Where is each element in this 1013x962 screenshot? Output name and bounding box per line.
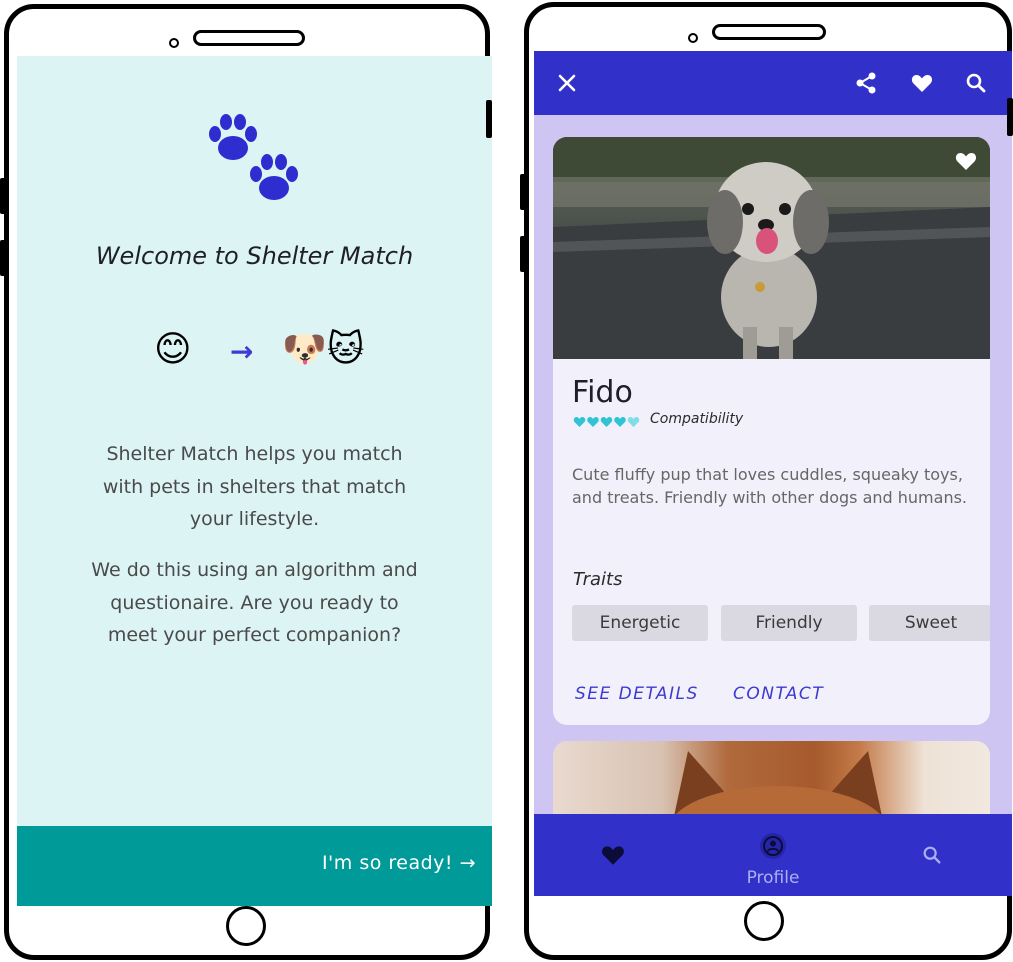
paw-print-icon (250, 154, 298, 200)
home-button[interactable] (226, 906, 266, 946)
pet-card: Fido Compatibility Cute fluffy pup that … (553, 137, 990, 725)
share-icon[interactable] (854, 71, 878, 95)
compatibility-hearts-icon (573, 417, 640, 427)
speaker-slot (193, 30, 305, 46)
page-title: Welcome to Shelter Match (95, 242, 414, 270)
intro-paragraph: Shelter Match helps you match with pets … (102, 443, 407, 530)
pet-description: Cute fluffy pup that loves cuddles, sque… (572, 465, 968, 507)
compatibility-label: Compatibility (650, 411, 744, 427)
close-icon[interactable] (555, 71, 579, 95)
top-app-bar (534, 51, 1012, 115)
heart-icon[interactable] (910, 71, 934, 95)
phone-frame-welcome: Welcome to Shelter Match 😊 → 🐶🐱 Shelter … (4, 4, 492, 960)
camera-dot (169, 38, 179, 48)
camera-dot (688, 33, 698, 43)
pet-name: Fido (572, 375, 633, 410)
heart-icon (602, 846, 624, 865)
search-icon[interactable] (964, 71, 988, 95)
home-button[interactable] (744, 901, 784, 941)
bottom-navigation: Profile (534, 814, 1012, 896)
contact-button[interactable]: CONTACT (733, 684, 824, 704)
volume-down-button (0, 240, 6, 276)
traits-title: Traits (573, 569, 623, 590)
power-button (486, 100, 492, 138)
dog-photo-illustration (553, 137, 990, 359)
dog-cat-emoji: 🐶🐱 (282, 329, 365, 370)
nav-profile[interactable]: Profile (693, 814, 853, 896)
arrow-right-icon: → (230, 335, 254, 368)
volume-down-button (520, 236, 526, 272)
see-details-button[interactable]: SEE DETAILS (575, 684, 699, 704)
algorithm-paragraph: We do this using an algorithm and questi… (91, 559, 418, 646)
profile-label: Profile (746, 868, 800, 888)
speaker-slot (712, 24, 826, 40)
power-button (1007, 98, 1013, 136)
volume-up-button (520, 174, 526, 210)
pet-photo (553, 137, 990, 359)
ready-button[interactable]: I'm so ready! → (322, 852, 476, 874)
volume-up-button (0, 178, 6, 214)
shiba-photo-illustration (670, 751, 886, 821)
smiling-face-emoji: 😊 (154, 329, 192, 370)
welcome-screen: Welcome to Shelter Match 😊 → 🐶🐱 Shelter … (17, 56, 492, 906)
trait-chip[interactable]: Friendly (721, 605, 857, 641)
pet-screen: Fido Compatibility Cute fluffy pup that … (534, 51, 1012, 896)
favorite-heart-icon[interactable] (954, 149, 978, 173)
profile-icon (760, 833, 786, 859)
trait-chip[interactable]: Sweet (869, 605, 990, 641)
next-pet-card[interactable] (553, 741, 990, 821)
phone-frame-pet: Fido Compatibility Cute fluffy pup that … (524, 2, 1012, 960)
nav-favorites[interactable] (534, 814, 693, 896)
search-icon (923, 846, 941, 864)
nav-search[interactable] (853, 814, 1012, 896)
trait-chip[interactable]: Energetic (572, 605, 708, 641)
ready-bar[interactable]: I'm so ready! → (17, 826, 492, 906)
